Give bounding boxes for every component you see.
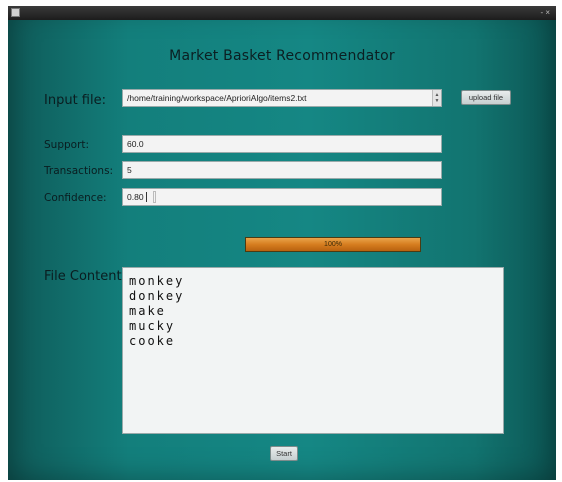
file-content-line: donkey	[129, 289, 185, 303]
support-label: Support:	[44, 139, 90, 151]
cursor-marker	[152, 191, 156, 203]
support-value: 60.0	[127, 139, 144, 149]
file-content-line: monkey	[129, 274, 185, 288]
window-controls[interactable]: - ×	[540, 7, 550, 19]
page-title: Market Basket Recommendator	[169, 48, 395, 64]
input-file-spinner[interactable]: ▲ ▼	[432, 90, 441, 106]
input-file-value: /home/training/workspace/AprioriAlgo/ite…	[127, 93, 307, 103]
input-file-field[interactable]: /home/training/workspace/AprioriAlgo/ite…	[122, 89, 442, 107]
transactions-label: Transactions:	[44, 165, 114, 177]
support-input[interactable]: 60.0	[122, 135, 442, 153]
file-content-line: mucky	[129, 319, 176, 333]
confidence-input[interactable]: 0.80	[122, 188, 442, 206]
confidence-label: Confidence:	[44, 192, 107, 204]
start-button[interactable]: Start	[270, 446, 298, 461]
upload-file-button[interactable]: upload file	[461, 90, 511, 105]
window-titlebar: - ×	[8, 6, 556, 20]
file-content-area[interactable]: monkey donkey make mucky cooke	[122, 267, 504, 434]
input-file-label: Input file:	[44, 93, 106, 108]
file-content-line: cooke	[129, 334, 176, 348]
chevron-down-icon[interactable]: ▼	[435, 98, 440, 104]
transactions-value: 5	[127, 165, 132, 175]
file-content-line: make	[129, 304, 166, 318]
file-content-label: File Content:	[44, 269, 126, 284]
progress-text: 100%	[324, 241, 342, 248]
transactions-input[interactable]: 5	[122, 161, 442, 179]
text-cursor	[145, 192, 147, 202]
confidence-value: 0.80	[127, 192, 144, 202]
app-window: - × Market Basket Recommendator Input fi…	[8, 6, 556, 480]
progress-bar: 100%	[245, 237, 421, 252]
app-icon	[11, 8, 20, 17]
